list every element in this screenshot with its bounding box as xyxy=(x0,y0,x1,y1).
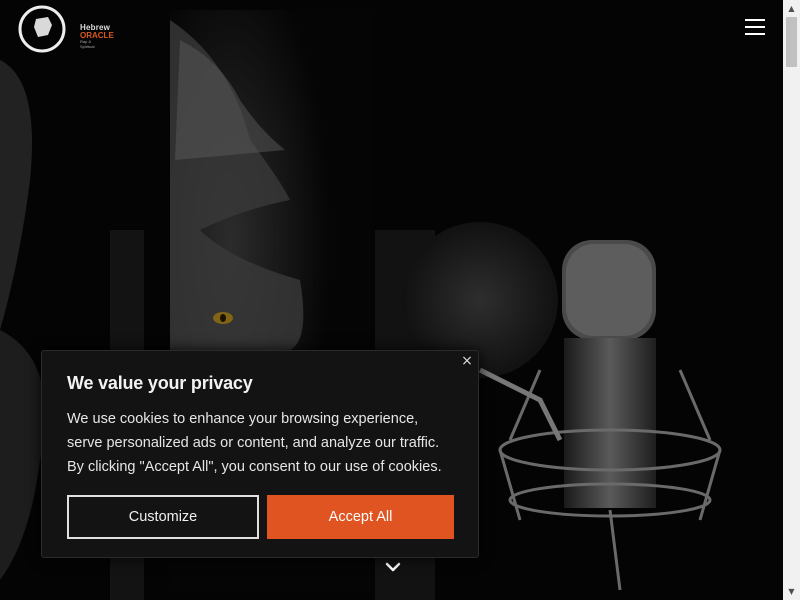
accept-all-button[interactable]: Accept All xyxy=(267,495,454,539)
cookie-dialog-title: We value your privacy xyxy=(67,373,253,393)
scroll-down-arrow-icon[interactable]: ▼ xyxy=(783,583,800,600)
menu-bar-middle xyxy=(745,26,765,28)
menu-bar-top xyxy=(745,19,765,21)
close-icon[interactable]: × xyxy=(460,354,474,368)
logo-emblem-icon xyxy=(18,5,66,53)
cookie-body-line2: serve personalized ads or content, and a… xyxy=(67,435,440,451)
browser-viewport: Hebrew ORACLE Rap & Spiritual × We value… xyxy=(0,0,800,600)
logo-tagline: Rap & Spiritual xyxy=(80,39,95,49)
hamburger-menu-icon[interactable] xyxy=(745,19,765,37)
cookie-dialog-body: We use cookies to enhance your browsing … xyxy=(67,407,462,479)
cookie-body-line1: We use cookies to enhance your browsing … xyxy=(67,411,419,427)
page-scrollbar[interactable]: ▲ ▼ xyxy=(783,0,800,600)
cookie-consent-dialog: × We value your privacy We use cookies t… xyxy=(41,350,479,558)
cookie-body-line3: By clicking "Accept All", you consent to… xyxy=(67,459,442,475)
menu-bar-bottom xyxy=(745,33,765,35)
chevron-down-icon[interactable] xyxy=(384,558,402,576)
customize-button[interactable]: Customize xyxy=(67,495,259,539)
site-logo[interactable]: Hebrew ORACLE Rap & Spiritual xyxy=(18,5,114,53)
scroll-up-arrow-icon[interactable]: ▲ xyxy=(783,0,800,17)
scrollbar-thumb[interactable] xyxy=(786,17,797,67)
